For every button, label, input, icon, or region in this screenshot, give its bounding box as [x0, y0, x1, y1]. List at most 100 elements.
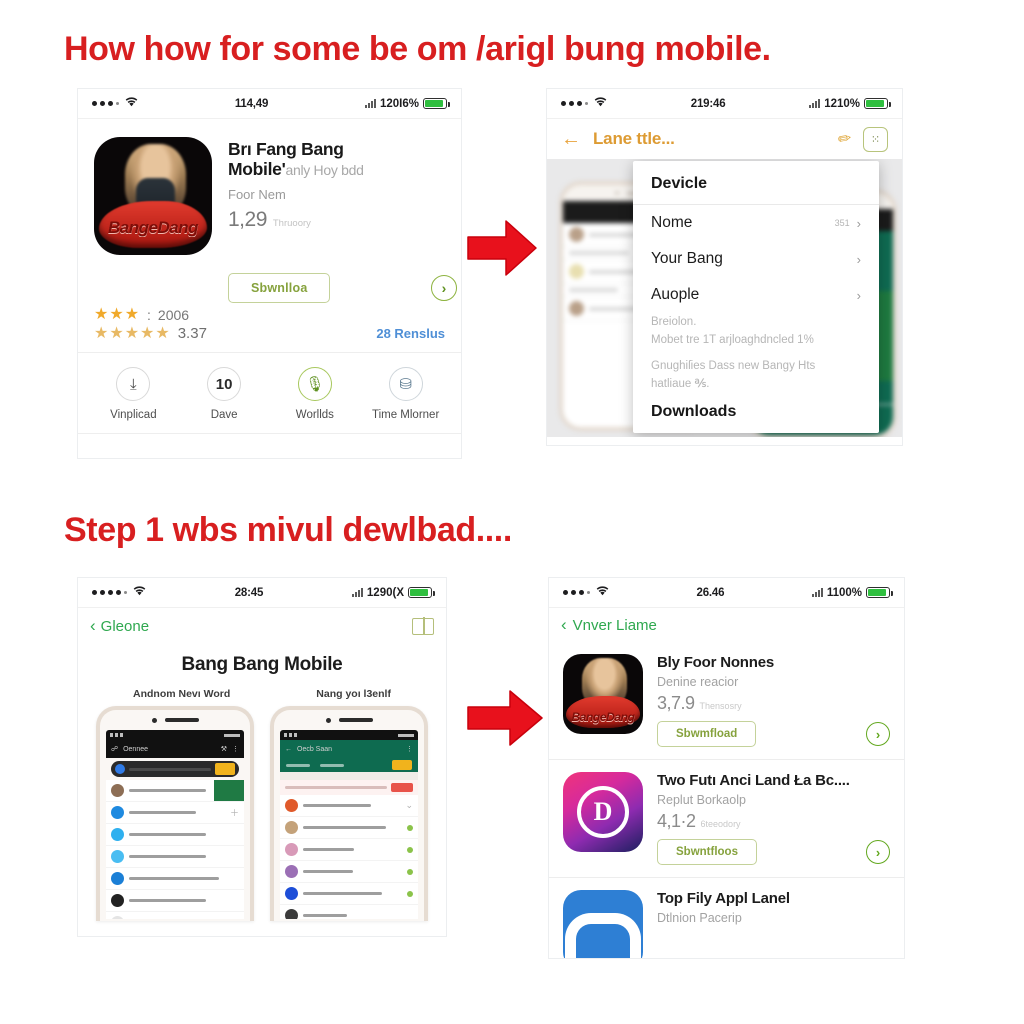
back-button[interactable]: ‹ Vnver Liame — [561, 615, 657, 635]
phone-screen: ☍ Oennee ⚒ ⋮ ＋ — [106, 730, 244, 919]
pencil-icon[interactable]: ✏ — [836, 128, 853, 150]
download-row: Sbwnlloa › — [78, 273, 461, 303]
action-item-worlds[interactable]: 🎙 Worllds — [275, 367, 355, 421]
tab-bar[interactable] — [280, 758, 418, 772]
signal-dots — [92, 586, 146, 599]
signal-dot — [563, 590, 568, 595]
cellular-bars-icon — [811, 588, 823, 597]
menu-item-downloads[interactable]: Downloads — [633, 392, 879, 423]
list-item[interactable] — [280, 839, 418, 861]
action-item-time[interactable]: ⛁ Time Mlorner — [366, 367, 446, 421]
list-item[interactable] — [106, 890, 244, 912]
action-label: Time Mlorner — [371, 409, 440, 421]
book-icon[interactable] — [412, 616, 434, 636]
signal-dot — [108, 101, 113, 106]
download-button[interactable]: Sbwnlloa — [228, 273, 331, 303]
app-score: 3,7.9 — [657, 693, 695, 713]
download-button[interactable]: Sbwmfload — [657, 721, 757, 747]
app-description: Replut Borkaolp — [657, 793, 746, 807]
dropdown-note-line2: Mobet tre 1T arjloaghdncled 1% — [651, 333, 814, 346]
signal-dots — [563, 586, 609, 599]
star-rating-icon: ★★★★★ — [94, 324, 171, 342]
app-title-line2: Mobile' — [228, 159, 286, 180]
signal-dot — [108, 590, 113, 595]
action-item-upload[interactable]: ⤓ Vinplicad — [93, 367, 173, 421]
app-title-faint: anly Hoy bdd — [285, 162, 364, 179]
menu-item-nome[interactable]: Nome 351 › — [633, 205, 879, 241]
app-list-item[interactable]: BangeDang Bly Foor Nonnes Denine reacior… — [549, 642, 904, 760]
app-list-item[interactable]: D Two Futı Anci Land Ła Bc.... Replut Bo… — [549, 760, 904, 878]
list-item[interactable] — [280, 817, 418, 839]
menu-item-auople[interactable]: Auople › — [633, 277, 879, 313]
signal-dot — [116, 590, 121, 595]
phone-notch — [100, 710, 250, 730]
blue-arch-app-icon — [563, 890, 643, 958]
rating-count-value: 2006 — [157, 307, 190, 323]
signal-dot — [579, 590, 584, 595]
list-item[interactable] — [106, 824, 244, 846]
app-score: 4,1·2 — [657, 811, 696, 831]
app-list-item[interactable]: Top Fily Appl Lanel Dtlnion Pacerip — [549, 878, 904, 958]
qr-scan-icon[interactable]: ⁙ — [863, 126, 888, 152]
action-item-save[interactable]: 10 Dave — [184, 367, 264, 421]
rating-count: : — [147, 307, 151, 323]
app-download-row: Sbwmfload › — [657, 721, 890, 747]
signal-dot — [577, 101, 582, 106]
menu-item-your-bang[interactable]: Your Bang › — [633, 241, 879, 277]
phone-notch — [274, 710, 424, 730]
menu-item-meta: 351 › — [835, 216, 861, 231]
search-field[interactable] — [111, 761, 239, 777]
nav-title: Lane ttle... — [593, 129, 675, 148]
app-description: Dtlnion Pacerip — [657, 911, 742, 925]
action-label: Vinplicad — [110, 409, 157, 421]
rating-line-bottom: ★★★★★ 3.37 28 Renslus — [94, 325, 445, 342]
chevron-right-circle-icon[interactable]: › — [866, 722, 890, 746]
app-score-note: 6teeodory — [700, 819, 741, 829]
app-icon-logo-text: BangeDang — [571, 709, 635, 724]
app-bar: ☍ Oennee ⚒ ⋮ — [106, 740, 244, 758]
chevron-right-circle-icon[interactable]: › — [431, 275, 457, 301]
download-stamp-icon: ⤓ — [116, 367, 151, 401]
list-item[interactable] — [106, 846, 244, 868]
rating-line-top: ★★★ : 2006 — [94, 307, 445, 324]
reviews-link[interactable]: 28 Renslus — [376, 326, 445, 341]
download-button[interactable]: Sbwntfloos — [657, 839, 757, 865]
list-item[interactable] — [106, 780, 244, 802]
signal-dot — [569, 101, 574, 106]
list-item[interactable] — [106, 868, 244, 890]
app-meta: Brı Fang Bang Mobile'anly Hoy bdd Foor N… — [228, 137, 445, 255]
back-button[interactable]: ‹ Gleone — [90, 616, 149, 636]
app-download-row: Sbwntfloos › — [657, 839, 890, 865]
arrow-left-icon[interactable]: ← — [561, 129, 581, 149]
list-item[interactable] — [106, 912, 244, 919]
list-item[interactable]: ⌄ — [280, 795, 418, 817]
cellular-bars-icon — [809, 99, 821, 108]
list-item[interactable]: ＋ — [106, 802, 244, 824]
list-item[interactable] — [280, 883, 418, 905]
battery-percent: 1100% — [826, 586, 862, 599]
list-item[interactable] — [280, 905, 418, 919]
app-bar: ← Oecb Saan ⋮ — [280, 740, 418, 758]
back-label: Gleone — [100, 617, 150, 635]
app-subtitle: Foor Nem — [228, 186, 286, 202]
app-score-row: 3,7.9 Thensosry — [657, 693, 890, 714]
app-title-line1: Brı Fang Bang — [228, 139, 344, 159]
signal-dot — [124, 591, 127, 594]
chevron-right-icon: › — [856, 215, 861, 231]
signal-dot — [585, 102, 588, 105]
dropdown-menu: Devicle Nome 351 › Your Bang › Auople › … — [633, 161, 879, 434]
phone-captions: Andnom Nevı Word Nang yoı l3enlf — [78, 688, 446, 700]
status-bar-time: 114,49 — [234, 97, 269, 110]
page-heading-primary: How how for some be om /arigl bung mobil… — [64, 30, 771, 68]
battery-icon — [866, 587, 893, 598]
status-bar-time: 28:45 — [234, 586, 264, 599]
dropdown-note-line4: hatliaue ℁. — [651, 377, 710, 390]
list-item[interactable] — [280, 861, 418, 883]
caption-right: Nang yoı l3enlf — [316, 688, 391, 700]
wifi-icon — [125, 97, 138, 110]
status-bar: 26.46 1100% — [549, 578, 904, 608]
status-bar-right: 1210% — [809, 98, 891, 110]
chevron-left-icon: ‹ — [90, 616, 96, 635]
signal-dot — [92, 101, 97, 106]
chevron-right-circle-icon[interactable]: › — [866, 840, 890, 864]
